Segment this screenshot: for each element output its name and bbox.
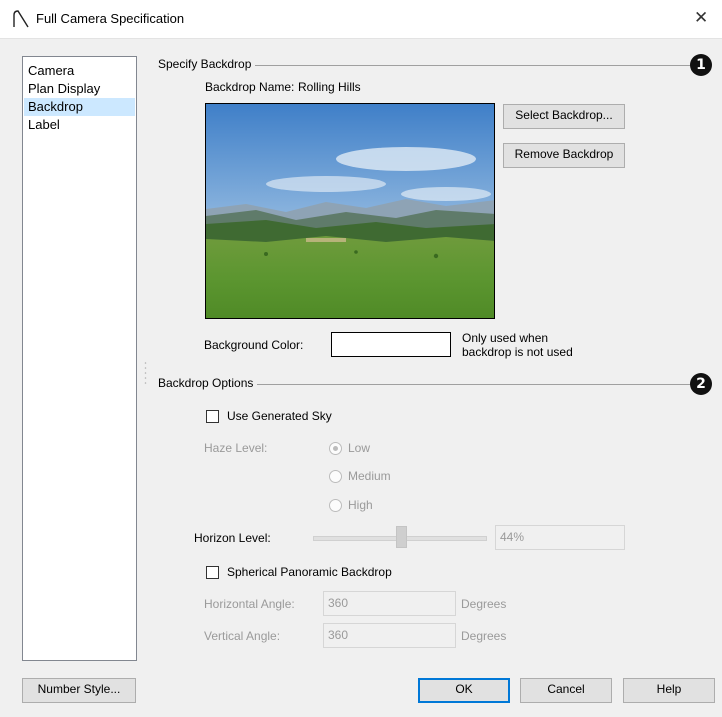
haze-high-label: High bbox=[348, 498, 373, 512]
sidebar-item-backdrop[interactable]: Backdrop bbox=[24, 98, 135, 116]
sidebar-item-camera[interactable]: Camera bbox=[24, 62, 135, 80]
app-icon bbox=[13, 10, 29, 28]
spherical-panoramic-label: Spherical Panoramic Backdrop bbox=[227, 565, 392, 579]
sidebar-item-label[interactable]: Label bbox=[24, 116, 135, 134]
horizon-level-label: Horizon Level: bbox=[194, 531, 271, 545]
haze-medium-radio[interactable] bbox=[329, 470, 342, 483]
use-generated-sky-checkbox[interactable] bbox=[206, 410, 219, 423]
vertical-angle-field[interactable]: 360 bbox=[323, 623, 456, 648]
spherical-panoramic-checkbox[interactable] bbox=[206, 566, 219, 579]
backdrop-name-label: Backdrop Name: bbox=[205, 80, 295, 94]
use-generated-sky-label: Use Generated Sky bbox=[227, 409, 332, 423]
window-title: Full Camera Specification bbox=[36, 11, 185, 26]
select-backdrop-button[interactable]: Select Backdrop... bbox=[503, 104, 625, 129]
vertical-angle-unit: Degrees bbox=[461, 629, 507, 643]
vertical-angle-label: Vertical Angle: bbox=[204, 629, 281, 643]
backdrop-preview-image bbox=[205, 103, 495, 319]
title-divider bbox=[0, 38, 722, 39]
sidebar-item-plan-display[interactable]: Plan Display bbox=[24, 80, 135, 98]
haze-high-radio[interactable] bbox=[329, 499, 342, 512]
group-title-specify-backdrop: Specify Backdrop bbox=[158, 57, 256, 71]
background-color-label: Background Color: bbox=[204, 338, 304, 352]
callout-badge-2: 2 bbox=[690, 373, 712, 395]
splitter-grip[interactable] bbox=[144, 360, 147, 390]
background-color-swatch[interactable] bbox=[331, 332, 451, 357]
horizon-level-slider-thumb[interactable] bbox=[396, 526, 407, 548]
ok-button[interactable]: OK bbox=[418, 678, 510, 703]
haze-level-label: Haze Level: bbox=[204, 441, 268, 455]
category-list[interactable]: Camera Plan Display Backdrop Label bbox=[22, 56, 137, 661]
horizontal-angle-unit: Degrees bbox=[461, 597, 507, 611]
background-color-note-line1: Only used when bbox=[462, 331, 549, 345]
horizontal-angle-label: Horizontal Angle: bbox=[204, 597, 295, 611]
callout-badge-1: 1 bbox=[690, 54, 712, 76]
horizontal-angle-field[interactable]: 360 bbox=[323, 591, 456, 616]
backdrop-name-value: Rolling Hills bbox=[298, 80, 361, 94]
haze-low-label: Low bbox=[348, 441, 371, 455]
horizon-level-field[interactable]: 44% bbox=[495, 525, 625, 550]
remove-backdrop-button[interactable]: Remove Backdrop bbox=[503, 143, 625, 168]
help-button[interactable]: Help bbox=[623, 678, 715, 703]
group-title-backdrop-options: Backdrop Options bbox=[158, 376, 258, 390]
close-icon[interactable]: ✕ bbox=[694, 8, 708, 28]
cancel-button[interactable]: Cancel bbox=[520, 678, 612, 703]
title-bar: Full Camera Specification ✕ bbox=[0, 0, 722, 38]
haze-medium-label: Medium bbox=[348, 469, 391, 483]
background-color-note-line2: backdrop is not used bbox=[462, 345, 573, 359]
haze-low-radio[interactable] bbox=[329, 442, 342, 455]
number-style-button[interactable]: Number Style... bbox=[22, 678, 136, 703]
